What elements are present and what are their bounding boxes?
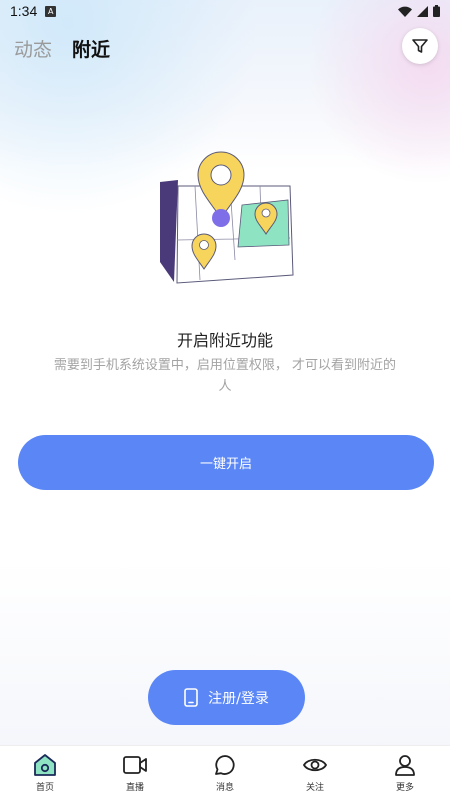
notification-badge: A [45,5,57,17]
nav-live[interactable]: 直播 [105,753,165,793]
enable-nearby-description: 需要到手机系统设置中，启用位置权限， 才可以看到附近的人 [53,358,397,394]
wifi-icon [398,6,412,17]
filter-icon [412,39,428,53]
nav-messages-label: 消息 [215,783,234,793]
eye-icon [302,758,328,772]
nav-more[interactable]: 更多 [375,753,435,793]
bottom-navigation: 首页 直播 消息 关注 更多 [0,745,450,800]
register-login-label: 注册/登录 [208,690,269,707]
status-indicators [398,5,440,17]
tab-nearby[interactable]: 附近 [72,35,110,62]
signal-icon [417,5,428,17]
nav-more-label: 更多 [395,783,414,793]
location-map-illustration [160,151,294,284]
one-click-enable-button[interactable]: 一键开启 [18,435,434,490]
one-click-enable-label: 一键开启 [199,457,252,472]
nav-messages[interactable]: 消息 [195,753,255,793]
register-login-button[interactable]: 注册/登录 [148,670,305,725]
nav-following[interactable]: 关注 [285,753,345,793]
enable-nearby-title: 开启附近功能 [176,331,273,350]
message-bubble-icon [215,755,235,775]
filter-button[interactable] [402,28,438,64]
battery-icon [433,5,440,17]
nav-live-label: 直播 [125,783,144,793]
status-time: 1:34 [10,3,38,19]
nav-home-label: 首页 [35,783,54,793]
top-tabs: 动态 附近 [14,35,110,62]
status-bar: 1:34 A [0,0,450,22]
video-camera-icon [123,756,147,774]
phone-icon [184,688,198,707]
nav-following-label: 关注 [305,783,324,793]
person-icon [395,755,415,776]
home-icon [34,754,56,776]
nav-home[interactable]: 首页 [15,753,75,793]
tab-feed[interactable]: 动态 [14,35,52,62]
